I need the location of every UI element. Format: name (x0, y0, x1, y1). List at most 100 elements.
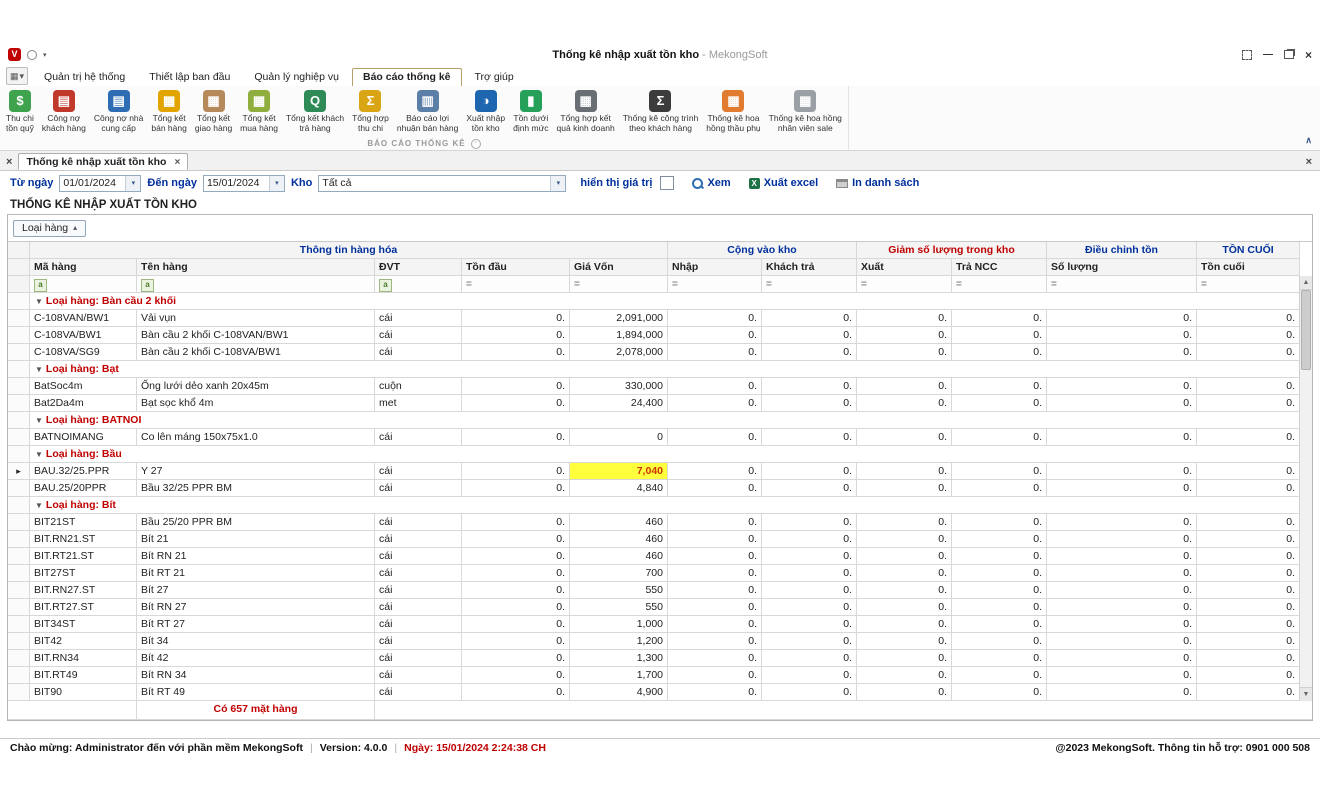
close-all-tabs-icon[interactable]: × (4, 156, 18, 170)
bao-cao-loi-nhuan-button[interactable]: ▥Báo cáo lợi nhuận bán hàng (394, 89, 461, 134)
cong-no-ncc-button[interactable]: ▤Công nợ nhà cung cấp (91, 89, 147, 134)
column-header-Khách trả[interactable]: Khách trả (762, 259, 857, 276)
table-row[interactable]: BIT.RT21.STBít RN 21cái0.4600.0.0.0.0.0. (8, 548, 1312, 565)
filter-cell[interactable]: a (137, 276, 375, 293)
close-tab-icon[interactable]: × (174, 157, 180, 168)
tab-thiet-lap-ban-dau[interactable]: Thiết lập ban đầu (138, 68, 241, 86)
tong-hop-thu-chi-button[interactable]: ΣTổng hợp thu chi (349, 89, 392, 134)
scroll-up-icon[interactable]: ▲ (1300, 276, 1312, 290)
calendar-dropdown-icon[interactable]: ▾ (125, 176, 140, 191)
filter-cell[interactable]: = (762, 276, 857, 293)
column-header-Nhập[interactable]: Nhập (668, 259, 762, 276)
tab-bao-cao-thong-ke[interactable]: Báo cáo thống kê (352, 68, 462, 86)
filter-cell[interactable]: = (668, 276, 762, 293)
customize-toolbar-arrow-icon[interactable]: ▾ (43, 51, 47, 59)
vertical-scrollbar[interactable]: ▲ ▼ (1299, 276, 1312, 701)
filter-cell[interactable]: = (952, 276, 1047, 293)
table-row[interactable]: Bat2Da4mBạt sọc khổ 4mmet0.24,4000.0.0.0… (8, 395, 1312, 412)
fullscreen-icon[interactable] (1242, 50, 1252, 60)
tong-ket-khach-tra-hang-button[interactable]: QTổng kết khách trả hàng (283, 89, 347, 134)
table-row[interactable]: BATNOIMANGCo lên máng 150x75x1.0cái0.00.… (8, 429, 1312, 446)
doc-tab-thong-ke-nxt[interactable]: Thống kê nhập xuất tồn kho × (18, 153, 188, 170)
group-row[interactable]: ▼Loại hàng: Bàn cầu 2 khối (8, 293, 1312, 310)
hoa-hong-thau-phu-button[interactable]: ▦Thống kê hoa hồng thầu phụ (703, 89, 763, 134)
column-header-Trả NCC[interactable]: Trả NCC (952, 259, 1047, 276)
group-dialog-launcher-icon[interactable]: ◦ (471, 139, 481, 149)
export-excel-button[interactable]: X Xuất excel (749, 177, 818, 189)
table-row[interactable]: C-108VA/SG9Bàn cầu 2 khối C-108VA/BW1cái… (8, 344, 1312, 361)
xuat-nhap-ton-kho-button[interactable]: ◑Xuất nhập tồn kho (463, 89, 508, 134)
table-row[interactable]: BIT42Bít 34cái0.1,2000.0.0.0.0.0. (8, 633, 1312, 650)
filter-cell[interactable]: = (462, 276, 570, 293)
filter-cell[interactable]: a (30, 276, 137, 293)
group-row[interactable]: ▼Loại hàng: Bít (8, 497, 1312, 514)
column-header-Tồn cuối[interactable]: Tồn cuối (1197, 259, 1300, 276)
group-row[interactable]: ▼Loại hàng: Bầu (8, 446, 1312, 463)
thong-ke-cong-trinh-button[interactable]: ΣThống kê công trình theo khách hàng (620, 89, 702, 134)
table-row[interactable]: BIT.RT49Bít RN 34cái0.1,7000.0.0.0.0.0. (8, 667, 1312, 684)
column-header-Tên hàng[interactable]: Tên hàng (137, 259, 375, 276)
tab-quan-tri-he-thong[interactable]: Quản trị hệ thống (33, 68, 136, 86)
table-row[interactable]: BIT.RN21.STBít 21cái0.4600.0.0.0.0.0. (8, 531, 1312, 548)
chevron-down-icon[interactable]: ▾ (550, 176, 565, 191)
close-document-icon[interactable]: × (1304, 156, 1316, 170)
table-row[interactable]: C-108VA/BW1Bàn cầu 2 khối C-108VAN/BW1cá… (8, 327, 1312, 344)
warehouse-select[interactable]: Tất cả ▾ (318, 175, 566, 192)
calendar-dropdown-icon[interactable]: ▾ (269, 176, 284, 191)
cong-no-khach-hang-button[interactable]: ▤Công nợ khách hàng (39, 89, 89, 134)
scrollbar-thumb[interactable] (1301, 290, 1311, 370)
thu-chi-ton-quy-button[interactable]: $Thu chi tồn quỹ (3, 89, 37, 134)
toggle-circle-icon[interactable] (27, 50, 37, 60)
table-row[interactable]: BIT27STBít RT 21cái0.7000.0.0.0.0.0. (8, 565, 1312, 582)
table-row[interactable]: BIT34STBít RT 27cái0.1,0000.0.0.0.0.0. (8, 616, 1312, 633)
collapse-group-icon[interactable]: ▼ (35, 501, 43, 510)
from-date-input[interactable]: 01/01/2024 ▾ (59, 175, 141, 192)
print-list-button[interactable]: In danh sách (836, 177, 919, 189)
hoa-hong-nvsale-button[interactable]: ▦Thống kê hoa hồng nhân viên sale (766, 89, 845, 134)
tong-ket-giao-hang-button[interactable]: ▦Tổng kết giao hàng (192, 89, 235, 134)
table-row[interactable]: BIT90Bít RT 49cái0.4,9000.0.0.0.0.0. (8, 684, 1312, 701)
restore-icon[interactable] (1284, 50, 1294, 59)
tab-tro-giup[interactable]: Trợ giúp (464, 68, 525, 86)
show-value-checkbox[interactable] (660, 176, 674, 190)
collapse-group-icon[interactable]: ▼ (35, 297, 43, 306)
app-menu-button[interactable]: ▦▾ (6, 67, 28, 85)
table-row[interactable]: ▸BAU.32/25.PPRY 27cái0.7,0400.0.0.0.0.0. (8, 463, 1312, 480)
minimize-icon[interactable]: — (1263, 51, 1273, 59)
table-row[interactable]: BAU.25/20PPRBầu 32/25 PPR BMcái0.4,8400.… (8, 480, 1312, 497)
ton-duoi-dinh-muc-button[interactable]: ▮Tồn dưới định mức (510, 89, 551, 134)
group-by-chip[interactable]: Loại hàng ▴ (13, 220, 86, 237)
group-row[interactable]: ▼Loại hàng: BATNOI (8, 412, 1312, 429)
table-row[interactable]: BIT21STBầu 25/20 PPR BMcái0.4600.0.0.0.0… (8, 514, 1312, 531)
to-date-input[interactable]: 15/01/2024 ▾ (203, 175, 285, 192)
filter-cell[interactable]: = (570, 276, 668, 293)
collapse-group-icon[interactable]: ▼ (35, 450, 43, 459)
column-header-ĐVT[interactable]: ĐVT (375, 259, 462, 276)
app-logo-icon[interactable]: V (8, 48, 21, 61)
scroll-down-icon[interactable]: ▼ (1300, 687, 1312, 701)
table-row[interactable]: BatSoc4mỐng lưới dẻo xanh 20x45mcuộn0.33… (8, 378, 1312, 395)
column-header-Mã hàng[interactable]: Mã hàng (30, 259, 137, 276)
filter-cell[interactable]: = (1197, 276, 1300, 293)
tong-hop-ket-qua-kd-button[interactable]: ▦Tổng hợp kết quả kinh doanh (554, 89, 618, 134)
view-button[interactable]: Xem (692, 177, 730, 189)
column-header-Số lượng[interactable]: Số lượng (1047, 259, 1197, 276)
column-header-Giá Vốn[interactable]: Giá Vốn (570, 259, 668, 276)
filter-cell[interactable]: = (1047, 276, 1197, 293)
table-row[interactable]: BIT.RT27.STBít RN 27cái0.5500.0.0.0.0.0. (8, 599, 1312, 616)
tong-ket-mua-hang-button[interactable]: ▦Tổng kết mua hàng (237, 89, 281, 134)
table-row[interactable]: BIT.RN34Bít 42cái0.1,3000.0.0.0.0.0. (8, 650, 1312, 667)
table-row[interactable]: C-108VAN/BW1Vải vụncái0.2,091,0000.0.0.0… (8, 310, 1312, 327)
collapse-group-icon[interactable]: ▼ (35, 416, 43, 425)
filter-cell[interactable]: = (857, 276, 952, 293)
tong-ket-ban-hang-button[interactable]: ▦Tổng kết bán hàng (148, 89, 189, 134)
table-row[interactable]: BIT.RN27.STBít 27cái0.5500.0.0.0.0.0. (8, 582, 1312, 599)
column-header-Xuất[interactable]: Xuất (857, 259, 952, 276)
column-header-Tồn đầu[interactable]: Tồn đầu (462, 259, 570, 276)
collapse-group-icon[interactable]: ▼ (35, 365, 43, 374)
filter-cell[interactable]: a (375, 276, 462, 293)
group-row[interactable]: ▼Loại hàng: Bạt (8, 361, 1312, 378)
tab-quan-ly-nghiep-vu[interactable]: Quản lý nghiệp vụ (243, 68, 350, 86)
collapse-ribbon-icon[interactable]: ∧ (1305, 135, 1312, 146)
close-icon[interactable]: × (1305, 50, 1312, 60)
